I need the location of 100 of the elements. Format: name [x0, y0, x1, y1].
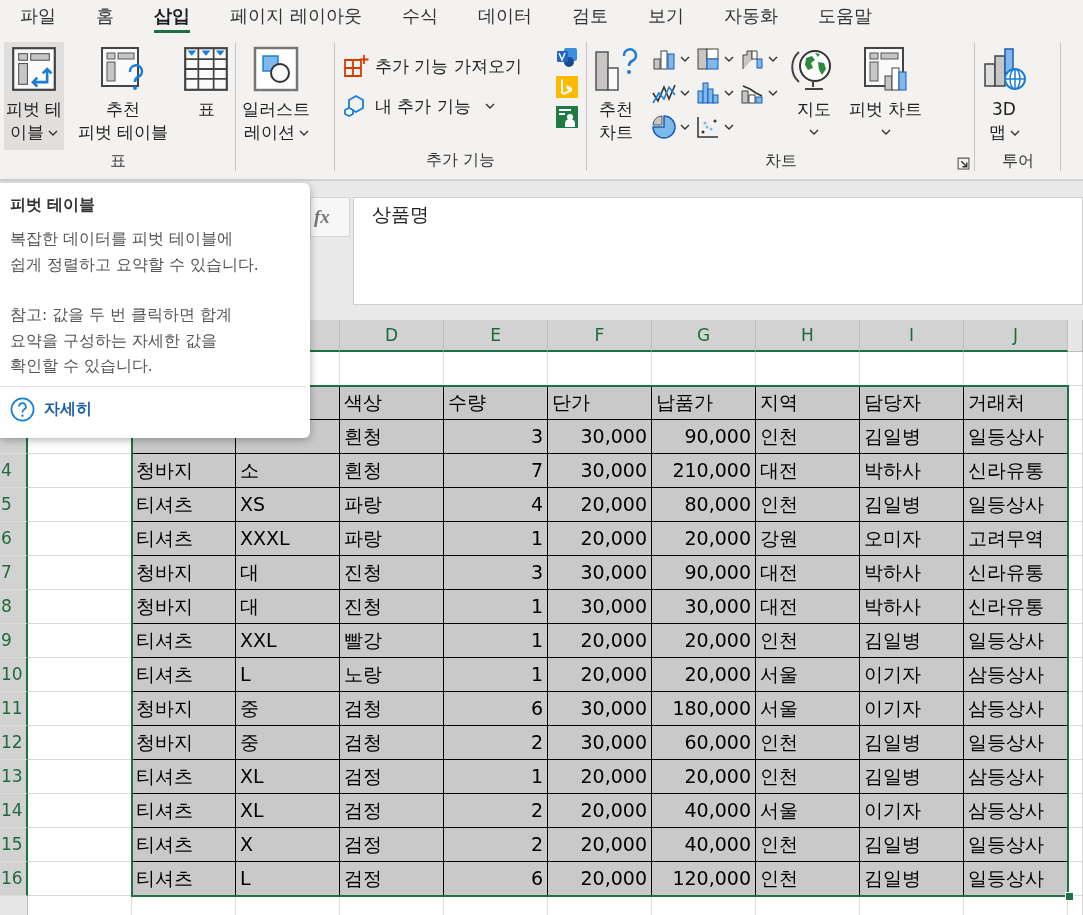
table-header-cell: 색상	[340, 386, 444, 420]
learn-more-link[interactable]: 자세히	[44, 398, 92, 420]
table-cell: 청바지	[132, 454, 236, 488]
table-cell: 중	[236, 692, 340, 726]
table-cell: 20,000	[548, 828, 652, 862]
table-cell: 20,000	[652, 658, 756, 692]
formula-field[interactable]: 상품명	[353, 197, 1083, 305]
table-cell: 검정	[340, 794, 444, 828]
table-cell: 대	[236, 556, 340, 590]
table-cell: 검정	[340, 760, 444, 794]
table-cell: 신라유통	[964, 590, 1068, 624]
ribbon-tab[interactable]: 홈	[76, 0, 134, 33]
table-cell: 검정	[340, 862, 444, 896]
table-cell: 20,000	[548, 488, 652, 522]
table-cell: 20,000	[548, 658, 652, 692]
column-header[interactable]: J	[964, 320, 1068, 352]
table-cell: 3	[444, 420, 548, 454]
row-header[interactable]: 14	[0, 794, 28, 828]
ribbon-tab[interactable]: 도움말	[797, 0, 892, 33]
table-cell: 검정	[340, 828, 444, 862]
table-cell: 김일병	[860, 624, 964, 658]
table-cell: 검청	[340, 692, 444, 726]
pivot-table-button[interactable]: 피벗 테 이블	[4, 42, 65, 150]
table-cell: 20,000	[548, 624, 652, 658]
ribbon-tab[interactable]: 삽입	[154, 0, 190, 33]
table-cell: 1	[444, 624, 548, 658]
row-header[interactable]: 7	[0, 556, 28, 590]
row-header[interactable]: 12	[0, 726, 28, 760]
table-cell: 1	[444, 590, 548, 624]
table-cell: XL	[236, 794, 340, 828]
row-header[interactable]: 8	[0, 590, 28, 624]
map-button[interactable]: 지도	[789, 42, 839, 150]
table-cell: 이기자	[860, 692, 964, 726]
column-header[interactable]: I	[860, 320, 964, 352]
table-cell: 20,000	[652, 522, 756, 556]
table-cell: 2	[444, 794, 548, 828]
table-cell: 인천	[756, 420, 860, 454]
table-cell: 고려무역	[964, 522, 1068, 556]
table-cell: 30,000	[652, 590, 756, 624]
table-cell: 김일병	[860, 420, 964, 454]
table-cell: 서울	[756, 658, 860, 692]
table-cell: 60,000	[652, 726, 756, 760]
illustrations-button[interactable]: 일러스트 레이션	[240, 42, 312, 150]
table-cell: 중	[236, 726, 340, 760]
table-cell: 청바지	[132, 692, 236, 726]
table-cell: 40,000	[652, 794, 756, 828]
table-cell: 6	[444, 862, 548, 896]
get-addins-button[interactable]: 추가 기능 가져오기	[339, 50, 526, 82]
table-cell: 티셔츠	[132, 828, 236, 862]
ribbon-tab[interactable]: 수식	[381, 0, 458, 33]
table-cell: 파랑	[340, 522, 444, 556]
row-header[interactable]: 4	[0, 454, 28, 488]
table-cell: 티셔츠	[132, 760, 236, 794]
group-label: 추가 기능	[425, 149, 496, 171]
ribbon-tab[interactable]: 데이터	[457, 0, 552, 33]
column-header[interactable]: G	[652, 320, 756, 352]
pivot-chart-button[interactable]: 피벗 차트	[847, 42, 925, 150]
ribbon-tab[interactable]: 파일	[0, 0, 76, 33]
recommended-pivot-button[interactable]: 추천 피벗 테이블	[75, 42, 170, 150]
row-header[interactable]: 5	[0, 488, 28, 522]
table-cell: 일등상사	[964, 624, 1068, 658]
row-header[interactable]: 11	[0, 692, 28, 726]
table-cell: L	[236, 862, 340, 896]
row-header[interactable]: 6	[0, 522, 28, 556]
table-cell: 티셔츠	[132, 658, 236, 692]
table-button[interactable]: 표	[181, 42, 231, 150]
table-cell: 2	[444, 726, 548, 760]
row-header[interactable]: 16	[0, 862, 28, 896]
table-cell: 1	[444, 760, 548, 794]
column-header[interactable]: E	[444, 320, 548, 352]
table-cell: 90,000	[652, 556, 756, 590]
table-cell: 티셔츠	[132, 522, 236, 556]
table-cell: 인천	[756, 828, 860, 862]
3d-map-button[interactable]: 3D 맵	[979, 42, 1029, 150]
ribbon-tab[interactable]: 보기	[627, 0, 704, 33]
table-cell: 청바지	[132, 726, 236, 760]
table-cell: 청바지	[132, 590, 236, 624]
function-button[interactable]: fx	[310, 197, 350, 237]
row-header[interactable]: 9	[0, 624, 28, 658]
column-header[interactable]: F	[548, 320, 652, 352]
row-header[interactable]: 10	[0, 658, 28, 692]
table-cell: 90,000	[652, 420, 756, 454]
column-header[interactable]: H	[756, 320, 860, 352]
table-cell: 인천	[756, 760, 860, 794]
ribbon-tab[interactable]: 페이지 레이아웃	[210, 0, 382, 33]
table-cell: 흰청	[340, 454, 444, 488]
row-header[interactable]: 13	[0, 760, 28, 794]
row-header[interactable]: 15	[0, 828, 28, 862]
table-cell: 210,000	[652, 454, 756, 488]
recommended-charts-button[interactable]: 추천 차트	[591, 42, 641, 150]
table-cell: 티셔츠	[132, 488, 236, 522]
column-header[interactable]: D	[340, 320, 444, 352]
table-cell: 120,000	[652, 862, 756, 896]
table-cell: 20,000	[652, 624, 756, 658]
table-cell: 빨강	[340, 624, 444, 658]
ribbon-tab[interactable]: 자동화	[703, 0, 798, 33]
my-addins-button[interactable]: 내 추가 기능	[339, 90, 526, 122]
table-cell: 4	[444, 488, 548, 522]
table-cell: 김일병	[860, 760, 964, 794]
ribbon-tab[interactable]: 검토	[551, 0, 628, 33]
